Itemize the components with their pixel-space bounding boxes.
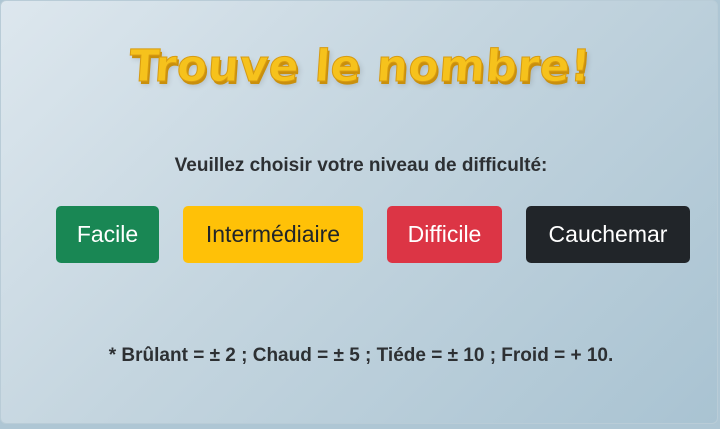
nightmare-button[interactable]: Cauchemar <box>526 206 690 263</box>
hard-button[interactable]: Difficile <box>387 206 502 263</box>
game-card: Trouve le nombre! Veuillez choisir votre… <box>0 0 718 424</box>
easy-button[interactable]: Facile <box>56 206 159 263</box>
medium-button[interactable]: Intermédiaire <box>183 206 363 263</box>
game-title: Trouve le nombre! <box>127 41 593 93</box>
temperature-legend: * Brûlant = ± 2 ; Chaud = ± 5 ; Tiéde = … <box>108 345 614 366</box>
difficulty-prompt: Veuillez choisir votre niveau de difficu… <box>174 155 548 176</box>
